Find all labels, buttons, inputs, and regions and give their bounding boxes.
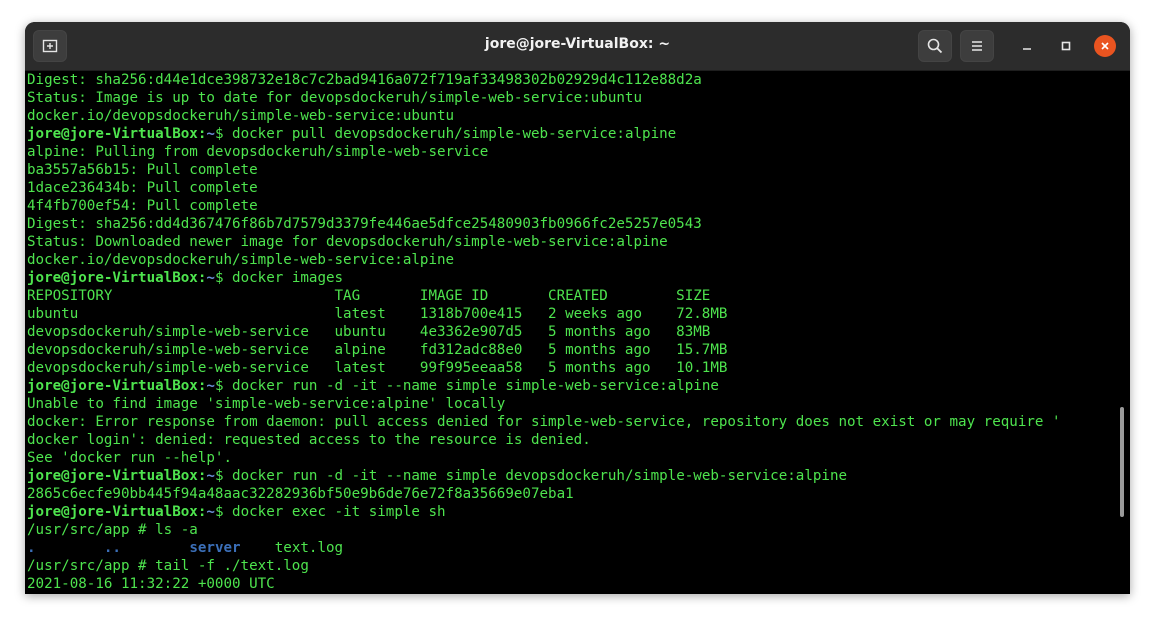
output-line: 4f4fb700ef54: Pull complete xyxy=(27,197,1130,215)
output-line: devopsdockeruh/simple-web-service latest… xyxy=(27,359,1130,377)
output-text: 1dace236434b: Pull complete xyxy=(27,180,258,196)
ls-directory-entry: .. xyxy=(103,540,121,556)
output-line: /usr/src/app # tail -f ./text.log xyxy=(27,557,1130,575)
output-line: devopsdockeruh/simple-web-service ubuntu… xyxy=(27,323,1130,341)
prompt-user: jore@jore-VirtualBox xyxy=(27,378,198,394)
ls-spacer xyxy=(36,540,104,556)
output-text: Digest: sha256:dd4d367476f86b7d7579d3379… xyxy=(27,216,702,232)
output-line: Status: Image is up to date for devopsdo… xyxy=(27,89,1130,107)
output-text: 2021-08-16 11:32:22 +0000 UTC xyxy=(27,576,275,592)
output-line: REPOSITORY TAG IMAGE ID CREATED SIZE xyxy=(27,287,1130,305)
prompt-user: jore@jore-VirtualBox xyxy=(27,126,198,142)
command-text: docker images xyxy=(223,270,344,286)
command-line: jore@jore-VirtualBox:~$ docker exec -it … xyxy=(27,503,1130,521)
minimize-icon xyxy=(1023,48,1031,50)
ls-file-entry: text.log xyxy=(274,540,344,556)
output-text: See 'docker run --help'. xyxy=(27,450,232,466)
output-text: devopsdockeruh/simple-web-service ubuntu… xyxy=(27,324,711,340)
terminal-window: jore@jore-VirtualBox: ~ Digest: sha256:d… xyxy=(25,22,1130,594)
output-line: docker.io/devopsdockeruh/simple-web-serv… xyxy=(27,107,1130,125)
output-line: 2021-08-16 11:32:22 +0000 UTC xyxy=(27,575,1130,593)
output-line: See 'docker run --help'. xyxy=(27,449,1130,467)
output-text: Status: Downloaded newer image for devop… xyxy=(27,234,668,250)
output-line: alpine: Pulling from devopsdockeruh/simp… xyxy=(27,143,1130,161)
output-text: REPOSITORY TAG IMAGE ID CREATED SIZE xyxy=(27,288,711,304)
output-text: Status: Image is up to date for devopsdo… xyxy=(27,90,642,106)
prompt-user: jore@jore-VirtualBox xyxy=(27,468,198,484)
output-text: ba3557a56b15: Pull complete xyxy=(27,162,258,178)
output-text: docker login': denied: requested access … xyxy=(27,432,591,448)
ls-directory-entry: . xyxy=(27,540,36,556)
hamburger-menu-icon xyxy=(972,41,982,51)
output-line: Unable to find image 'simple-web-service… xyxy=(27,395,1130,413)
ls-directory-entry: server xyxy=(189,540,241,556)
output-text: docker.io/devopsdockeruh/simple-web-serv… xyxy=(27,108,455,124)
prompt-user: jore@jore-VirtualBox xyxy=(27,504,198,520)
close-button[interactable] xyxy=(1094,35,1116,57)
command-line: jore@jore-VirtualBox:~$ docker run -d -i… xyxy=(27,467,1130,485)
terminal-output[interactable]: Digest: sha256:d44e1dce398732e18c7c2bad9… xyxy=(25,71,1130,594)
search-button[interactable] xyxy=(918,30,952,62)
output-line: devopsdockeruh/simple-web-service alpine… xyxy=(27,341,1130,359)
output-text: devopsdockeruh/simple-web-service alpine… xyxy=(27,342,728,358)
prompt-path: ~ xyxy=(206,378,215,394)
search-icon xyxy=(927,38,943,54)
output-text: devopsdockeruh/simple-web-service latest… xyxy=(27,360,728,376)
maximize-icon xyxy=(1061,41,1071,51)
output-line: ba3557a56b15: Pull complete xyxy=(27,161,1130,179)
maximize-button[interactable] xyxy=(1055,35,1077,57)
output-text: alpine: Pulling from devopsdockeruh/simp… xyxy=(27,144,489,160)
output-text: docker: Error response from daemon: pull… xyxy=(27,414,1061,430)
output-text: Digest: sha256:d44e1dce398732e18c7c2bad9… xyxy=(27,72,702,88)
command-text: docker pull devopsdockeruh/simple-web-se… xyxy=(223,126,677,142)
command-text: docker run -d -it --name simple simple-w… xyxy=(223,378,719,394)
output-text: 2865c6ecfe90bb445f94a48aac32282936bf50e9… xyxy=(27,486,574,502)
prompt-path: ~ xyxy=(206,504,215,520)
menu-button[interactable] xyxy=(960,30,994,62)
output-line: docker: Error response from daemon: pull… xyxy=(27,413,1130,431)
output-line: Digest: sha256:d44e1dce398732e18c7c2bad9… xyxy=(27,71,1130,89)
output-text: ubuntu latest 1318b700e415 2 weeks ago 7… xyxy=(27,306,728,322)
output-line: docker login': denied: requested access … xyxy=(27,431,1130,449)
command-line: jore@jore-VirtualBox:~$ docker pull devo… xyxy=(27,125,1130,143)
output-line: ubuntu latest 1318b700e415 2 weeks ago 7… xyxy=(27,305,1130,323)
minimize-button[interactable] xyxy=(1016,35,1038,57)
prompt-user: jore@jore-VirtualBox xyxy=(27,270,198,286)
output-line: 1dace236434b: Pull complete xyxy=(27,179,1130,197)
scrollbar[interactable] xyxy=(1120,407,1124,517)
prompt-path: ~ xyxy=(206,270,215,286)
prompt-path: ~ xyxy=(206,126,215,142)
command-text: docker run -d -it --name simple devopsdo… xyxy=(223,468,848,484)
output-text: docker.io/devopsdockeruh/simple-web-serv… xyxy=(27,252,455,268)
output-line: /usr/src/app # ls -a xyxy=(27,521,1130,539)
close-icon xyxy=(1101,42,1109,50)
output-line: 2865c6ecfe90bb445f94a48aac32282936bf50e9… xyxy=(27,485,1130,503)
output-text: 4f4fb700ef54: Pull complete xyxy=(27,198,258,214)
command-line: jore@jore-VirtualBox:~$ docker images xyxy=(27,269,1130,287)
title-bar: jore@jore-VirtualBox: ~ xyxy=(25,22,1130,71)
output-text: /usr/src/app # tail -f ./text.log xyxy=(27,558,309,574)
output-line: Status: Downloaded newer image for devop… xyxy=(27,233,1130,251)
ls-spacer xyxy=(241,540,275,556)
prompt-path: ~ xyxy=(206,468,215,484)
output-line: . .. server text.log xyxy=(27,539,1130,557)
output-line: docker.io/devopsdockeruh/simple-web-serv… xyxy=(27,251,1130,269)
output-text: /usr/src/app # ls -a xyxy=(27,522,198,538)
command-text: docker exec -it simple sh xyxy=(223,504,446,520)
ls-spacer xyxy=(121,540,189,556)
output-line: Digest: sha256:dd4d367476f86b7d7579d3379… xyxy=(27,215,1130,233)
output-text: Unable to find image 'simple-web-service… xyxy=(27,396,506,412)
command-line: jore@jore-VirtualBox:~$ docker run -d -i… xyxy=(27,377,1130,395)
